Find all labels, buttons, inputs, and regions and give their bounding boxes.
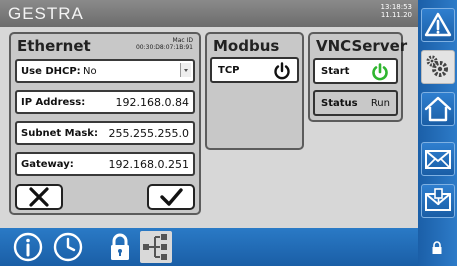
lock-button[interactable] — [104, 231, 136, 263]
alarm-button[interactable] — [421, 8, 455, 42]
modbus-tcp-toggle[interactable]: TCP — [210, 57, 299, 83]
clock-icon — [53, 232, 83, 262]
warning-icon — [424, 12, 452, 37]
export-button[interactable] — [421, 184, 455, 218]
close-icon — [29, 187, 49, 207]
modbus-panel: Modbus TCP — [205, 32, 304, 150]
gateway-label: Gateway: — [21, 159, 74, 170]
confirm-button[interactable] — [147, 184, 195, 210]
use-dhcp-label: Use DHCP: — [21, 66, 81, 77]
vnc-start-toggle[interactable]: Start — [313, 58, 398, 84]
gateway-value: 192.168.0.251 — [108, 158, 189, 171]
clock-date: 11.11.20 — [380, 11, 412, 19]
time-button[interactable] — [52, 231, 84, 263]
gateway-field[interactable]: Gateway: 192.168.0.251 — [15, 152, 195, 176]
clock-time: 13:18:53 — [380, 3, 412, 11]
home-icon — [424, 96, 452, 122]
subnet-mask-field[interactable]: Subnet Mask: 255.255.255.0 — [15, 121, 195, 145]
vncserver-title: VNCServer — [316, 37, 408, 55]
info-button[interactable] — [12, 231, 44, 263]
subnet-mask-label: Subnet Mask: — [21, 128, 98, 139]
main-area: Ethernet Mac ID 00:30:D8:07:1B:91 Use DH… — [0, 27, 418, 228]
vnc-start-label: Start — [321, 66, 350, 77]
checkmark-icon — [160, 188, 183, 206]
power-icon — [274, 62, 290, 80]
vncserver-panel: VNCServer Start Status Run — [308, 32, 407, 122]
mac-id-label: Mac ID — [172, 37, 193, 44]
ethernet-title: Ethernet — [17, 37, 91, 55]
home-button[interactable] — [421, 92, 455, 126]
mac-id: Mac ID 00:30:D8:07:1B:91 — [136, 37, 193, 51]
header-bar: GESTRA 13:18:53 11.11.20 — [0, 0, 418, 27]
cancel-button[interactable] — [15, 184, 63, 210]
power-icon-green — [372, 63, 388, 81]
mail-export-icon — [425, 188, 451, 211]
settings-button[interactable] — [421, 50, 455, 84]
brand-logo: GESTRA — [8, 4, 84, 23]
info-icon — [13, 232, 43, 262]
network-icon — [143, 234, 167, 260]
right-sidebar — [418, 0, 457, 266]
bottom-bar — [0, 228, 418, 266]
modbus-title: Modbus — [213, 37, 280, 55]
messages-button[interactable] — [421, 142, 455, 176]
chevron-down-icon[interactable] — [180, 63, 191, 77]
mac-id-value: 00:30:D8:07:1B:91 — [135, 44, 193, 51]
lock-small-icon[interactable] — [431, 241, 443, 255]
ethernet-panel: Ethernet Mac ID 00:30:D8:07:1B:91 Use DH… — [9, 32, 201, 215]
ip-address-field[interactable]: IP Address: 192.168.0.84 — [15, 90, 195, 114]
envelope-icon — [425, 150, 451, 169]
use-dhcp-value: No — [83, 66, 97, 77]
tcp-label: TCP — [218, 65, 240, 76]
subnet-mask-value: 255.255.255.0 — [108, 127, 189, 140]
vnc-status-box: Status Run — [313, 90, 398, 116]
lock-icon — [111, 233, 129, 260]
settings-gears-icon — [426, 55, 448, 77]
ip-address-label: IP Address: — [21, 97, 86, 108]
ip-address-value: 192.168.0.84 — [115, 96, 189, 109]
vnc-status-label: Status — [321, 98, 358, 109]
vnc-status-value: Run — [370, 98, 390, 109]
clock-display: 13:18:53 11.11.20 — [381, 3, 412, 19]
network-button[interactable] — [140, 231, 172, 263]
use-dhcp-dropdown[interactable]: Use DHCP: No — [15, 59, 195, 83]
